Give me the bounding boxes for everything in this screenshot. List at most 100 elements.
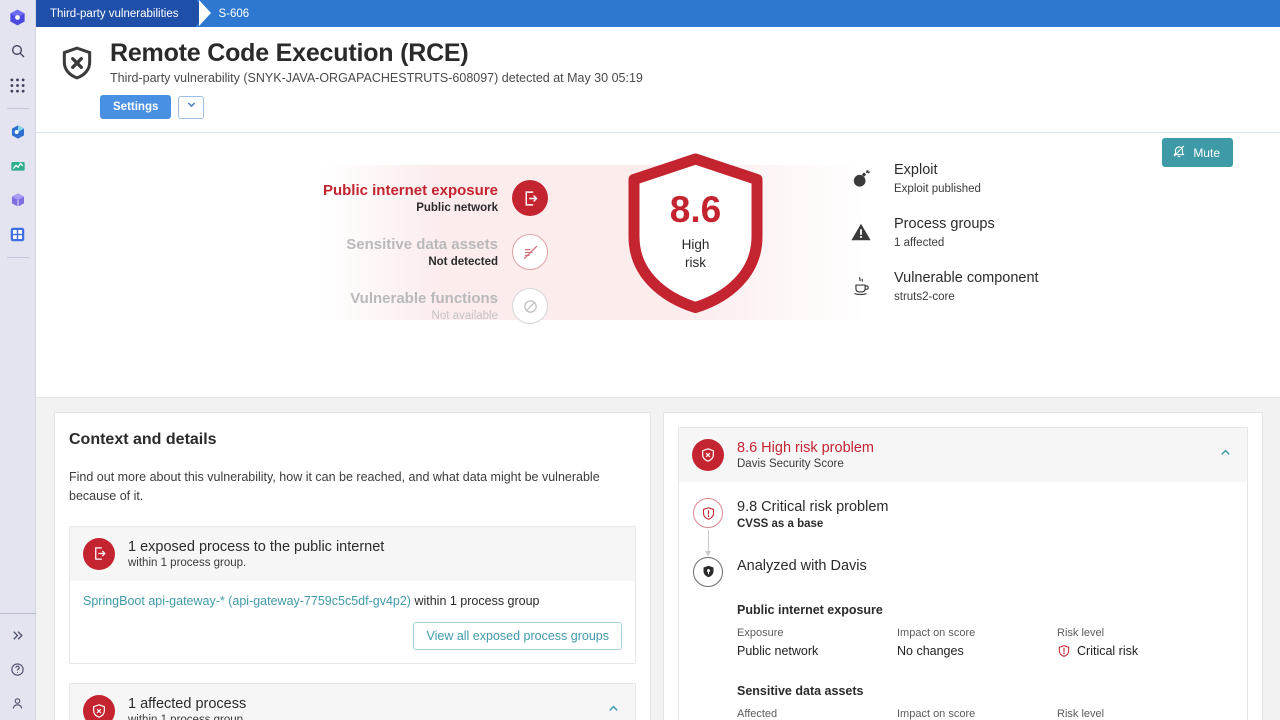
risk-score-value: 8.6 xyxy=(624,191,767,228)
score-panel-title: 8.6 High risk problem xyxy=(737,440,874,456)
score-col: Affected Not within range xyxy=(737,708,897,720)
timeline-title: 9.8 Critical risk problem xyxy=(737,498,889,517)
risk-score-caption: High risk xyxy=(624,236,767,272)
score-section: Public internet exposure Exposure Public… xyxy=(737,603,1247,658)
score-col-head: Risk level xyxy=(1057,627,1227,639)
score-col: Impact on score No changes xyxy=(897,627,1057,658)
score-timeline: 9.8 Critical risk problem CVSS as a base xyxy=(679,482,1247,720)
risk-factor-value: Public network xyxy=(323,202,498,214)
kubernetes-app-icon[interactable] xyxy=(0,115,36,149)
critical-risk-icon xyxy=(1057,644,1071,658)
process-group-link[interactable]: SpringBoot api-gateway-* (api-gateway-77… xyxy=(83,594,411,608)
score-section-grid: Exposure Public network Impact on score … xyxy=(737,627,1247,658)
breadcrumb-parent-label: Third-party vulnerabilities xyxy=(50,8,178,20)
data-crossed-icon xyxy=(512,234,548,270)
score-col-head: Affected xyxy=(737,708,897,720)
exposed-process-line: SpringBoot api-gateway-* (api-gateway-77… xyxy=(83,594,622,608)
timeline-item: Analyzed with Davis xyxy=(679,557,1247,587)
analytics-app-icon[interactable] xyxy=(0,149,36,183)
page-header: Remote Code Execution (RCE) Third-party … xyxy=(36,27,1280,133)
score-col: Risk level xyxy=(1057,708,1227,720)
score-section: Sensitive data assets Affected Not withi… xyxy=(737,684,1247,720)
app-root: Third-party vulnerabilities S-606 Remote… xyxy=(0,0,1280,720)
score-panel: 8.6 High risk problem Davis Security Sco… xyxy=(678,427,1248,720)
fact-row: Exploit Exploit published xyxy=(846,161,1039,215)
apps-grid-icon[interactable] xyxy=(0,68,36,102)
exposure-door-icon xyxy=(83,538,115,570)
risk-factor-label: Vulnerable functions xyxy=(350,290,498,308)
score-section-heading: Public internet exposure xyxy=(737,603,1247,617)
settings-dropdown-button[interactable] xyxy=(178,96,204,119)
breadcrumb: Third-party vulnerabilities S-606 xyxy=(36,0,1280,27)
logo-icon[interactable] xyxy=(0,0,36,34)
risk-factor-label: Sensitive data assets xyxy=(346,236,498,254)
score-section-heading: Sensitive data assets xyxy=(737,684,1247,698)
chevron-up-icon[interactable] xyxy=(1218,445,1233,465)
risk-factor-list: Public internet exposure Public network … xyxy=(298,171,548,333)
exposed-process-header: 1 exposed process to the public internet… xyxy=(70,527,635,581)
risk-factor-row: Public internet exposure Public network xyxy=(298,171,548,225)
risk-score-shield: 8.6 High risk xyxy=(624,153,767,313)
process-group-suffix: within 1 process group xyxy=(411,594,540,608)
help-icon[interactable] xyxy=(0,652,36,686)
dashboards-app-icon[interactable] xyxy=(0,217,36,251)
mute-button[interactable]: Mute xyxy=(1162,138,1233,167)
fact-label: Process groups xyxy=(894,215,995,235)
view-all-exposed-process-groups-button[interactable]: View all exposed process groups xyxy=(413,622,622,650)
global-sidebar xyxy=(0,0,36,720)
davis-shield-icon xyxy=(693,557,723,587)
sidebar-bottom-divider xyxy=(0,613,36,614)
java-icon xyxy=(846,269,876,297)
davis-security-score-card: 8.6 High risk problem Davis Security Sco… xyxy=(663,412,1263,720)
shield-x-icon xyxy=(83,695,115,720)
score-panel-subtitle: Davis Security Score xyxy=(737,458,874,470)
breadcrumb-item-parent[interactable]: Third-party vulnerabilities xyxy=(36,0,196,27)
timeline-title: Analyzed with Davis xyxy=(737,557,867,576)
risk-score-caption-line1: High xyxy=(624,236,767,254)
exposed-process-panel: 1 exposed process to the public internet… xyxy=(69,526,636,664)
score-section-grid: Affected Not within range Impact on scor… xyxy=(737,708,1247,720)
fact-value: 1 affected xyxy=(894,237,995,249)
affected-process-panel: 1 affected process within 1 process grou… xyxy=(69,683,636,720)
score-col: Impact on score Lowering score xyxy=(897,708,1057,720)
sidebar-divider xyxy=(7,108,29,109)
not-available-icon xyxy=(512,288,548,324)
score-col-value: No changes xyxy=(897,644,1057,658)
services-app-icon[interactable] xyxy=(0,183,36,217)
expand-sidebar-icon[interactable] xyxy=(0,618,36,652)
risk-overview-panel: Mute Public internet exposure Public net… xyxy=(36,133,1280,398)
chevron-down-icon xyxy=(185,98,198,116)
breadcrumb-current-label: S-606 xyxy=(218,8,249,20)
user-account-icon[interactable] xyxy=(0,686,36,720)
score-col-value: Critical risk xyxy=(1077,644,1138,658)
header-actions: Settings xyxy=(100,95,1280,119)
chevron-up-icon[interactable] xyxy=(606,701,621,720)
fact-row: Process groups 1 affected xyxy=(846,215,1039,269)
score-col-head: Exposure xyxy=(737,627,897,639)
exposure-door-icon xyxy=(512,180,548,216)
bell-muted-icon xyxy=(1172,144,1186,161)
fact-label: Exploit xyxy=(894,161,981,181)
score-panel-header[interactable]: 8.6 High risk problem Davis Security Sco… xyxy=(679,428,1247,482)
risk-score-caption-line2: risk xyxy=(624,254,767,272)
exposed-process-subtitle: within 1 process group. xyxy=(128,557,384,569)
affected-process-subtitle: within 1 process group xyxy=(128,714,246,720)
timeline-connector xyxy=(708,530,709,556)
fact-row: Vulnerable component struts2-core xyxy=(846,269,1039,323)
main-area: Third-party vulnerabilities S-606 Remote… xyxy=(36,0,1280,720)
score-col: Exposure Public network xyxy=(737,627,897,658)
context-card-description: Find out more about this vulnerability, … xyxy=(69,468,634,507)
search-icon[interactable] xyxy=(0,34,36,68)
vulnerability-facts: Exploit Exploit published Process groups… xyxy=(846,161,1039,323)
risk-factor-value: Not detected xyxy=(346,256,498,268)
settings-button[interactable]: Settings xyxy=(100,95,171,119)
risk-factor-value: Not available xyxy=(350,310,498,322)
risk-factor-row: Vulnerable functions Not available xyxy=(298,279,548,333)
affected-process-header[interactable]: 1 affected process within 1 process grou… xyxy=(70,684,635,720)
shield-x-icon xyxy=(58,44,96,82)
score-col-value: Public network xyxy=(737,644,897,658)
timeline-item: 9.8 Critical risk problem CVSS as a base xyxy=(679,498,1247,530)
page-subtitle: Third-party vulnerability (SNYK-JAVA-ORG… xyxy=(110,71,643,85)
page-title: Remote Code Execution (RCE) xyxy=(110,39,643,67)
score-col-head: Impact on score xyxy=(897,708,1057,720)
